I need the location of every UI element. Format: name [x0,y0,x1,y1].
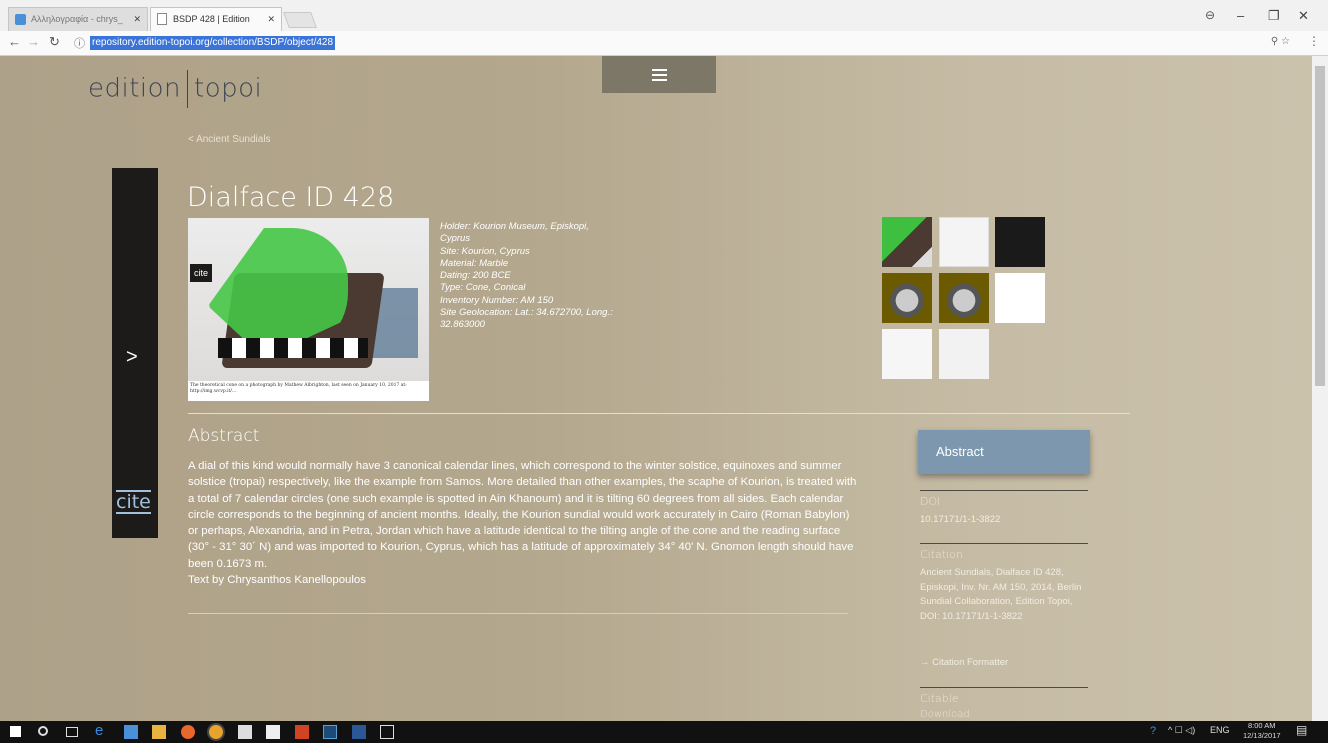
hamburger-icon [651,73,667,76]
citation-formatter-link[interactable]: → Citation Formatter [920,657,1008,668]
file-explorer-icon[interactable] [124,725,138,739]
abstract-heading: Abstract [188,426,260,446]
firefox-icon[interactable] [181,725,195,739]
thumbnail[interactable] [939,217,989,267]
notifications-icon[interactable]: ▤ [1296,723,1307,737]
thumbnail[interactable] [939,329,989,379]
thumbnail[interactable] [939,273,989,323]
page-scrollbar[interactable] [1312,56,1328,721]
image-caption: The theoretical cone on a photograph by … [188,381,429,401]
url-text[interactable]: repository.edition-topoi.org/collection/… [90,36,336,50]
abstract-body: A dial of this kind would normally have … [188,458,858,588]
site-logo[interactable]: edition topoi [88,70,262,108]
cite-logo[interactable]: cite [116,490,151,514]
windows-taskbar: e ? ^ ☐ ◁) ENG 8:00 AM 12/13/2017 ▤ [0,721,1328,743]
address-bar[interactable]: ⓘ repository.edition-topoi.org/collectio… [70,34,1310,53]
page-title: Dialface ID 428 [187,182,395,213]
profile-icon[interactable]: ⊖ [1205,8,1215,22]
meta-material: Material: Marble [440,257,509,269]
tray-icons[interactable]: ^ ☐ ◁) [1168,725,1195,736]
edge-icon[interactable]: e [95,722,109,739]
help-icon[interactable]: ? [1150,725,1156,737]
tab-mail[interactable]: Αλληλογραφία - chrys_ ✕ [8,7,148,31]
new-tab-button[interactable] [283,12,317,28]
doi-label: DOI [920,495,941,508]
task-view-icon[interactable] [66,727,78,737]
meta-holder: Holder: Kourion Museum, Episkopi, Cyprus [440,221,589,245]
meta-type: Type: Cone, Conical [440,282,526,294]
meta-dating: Dating: 200 BCE [440,270,511,282]
divider [920,543,1088,544]
divider [920,490,1088,491]
maximize-button[interactable]: ❐ [1268,8,1280,24]
thumbnail[interactable] [995,273,1045,323]
thumbnail[interactable] [882,329,932,379]
minimize-button[interactable]: – [1237,8,1244,23]
reload-icon[interactable]: ↻ [49,34,60,50]
zoom-star-icons[interactable]: ⚲ ☆ [1271,36,1290,47]
citation-value: Ancient Sundials, Dialface ID 428, Episk… [920,567,1082,622]
thumbnail[interactable] [882,217,932,267]
store-icon[interactable] [152,725,166,739]
scrollbar-thumb[interactable] [1315,66,1325,386]
tab-bsdp[interactable]: BSDP 428 | Edition Topoi ✕ [150,7,282,46]
browser-tab-strip: Αλληλογραφία - chrys_ ✕ BSDP 428 | Editi… [0,0,1328,46]
forward-icon[interactable]: → [27,34,40,49]
meta-inventory: Inventory Number: AM 150 [440,294,554,306]
info-icon[interactable]: ⓘ [74,35,85,51]
close-tab-icon[interactable]: ✕ [267,8,275,30]
scale-bar [218,338,368,358]
citation-label: Citation [920,548,963,561]
thumbnail[interactable] [995,217,1045,267]
citable-label: Citable [920,692,959,705]
left-sidebar: > cite [112,168,158,538]
abstract-button[interactable]: Abstract [918,430,1090,474]
powerpoint-icon[interactable] [295,725,309,739]
image-cite-badge[interactable]: cite [190,264,212,282]
browser-toolbar: ← → ↻ ⓘ repository.edition-topoi.org/col… [0,31,1328,56]
abstract-author: Text by Chrysanthos Kanellopoulos [188,574,366,587]
clock[interactable]: 8:00 AM 12/13/2017 [1243,721,1281,741]
language-indicator[interactable]: ENG [1210,725,1230,735]
mail-app-icon[interactable] [266,725,280,739]
back-icon[interactable]: ← [8,34,21,49]
meta-site: Site: Kourion, Cyprus [440,245,530,257]
hamburger-menu-button[interactable] [602,56,716,93]
clock-time: 8:00 AM [1248,721,1276,730]
object-metadata: Holder: Kourion Museum, Episkopi, Cyprus… [440,221,615,332]
search-icon[interactable] [38,726,48,736]
tab-label: Αλληλογραφία - chrys_ [31,14,123,24]
photos-icon[interactable] [380,725,394,739]
web-page: edition topoi < Ancient Sundials > cite D… [0,56,1312,721]
photoshop-icon[interactable] [323,725,337,739]
windows-start-icon[interactable] [10,726,21,737]
page-icon [157,13,167,25]
logo-edition: edition [88,73,182,104]
download-link[interactable]: Download [920,709,970,720]
mail-icon [15,14,26,25]
close-tab-icon[interactable]: ✕ [133,8,141,30]
close-window-button[interactable]: ✕ [1298,8,1309,24]
divider [920,687,1088,688]
abstract-text: A dial of this kind would normally have … [188,460,857,570]
main-object-image[interactable]: cite The theoretical cone on a photograp… [188,218,429,401]
browser-menu-icon[interactable]: ⋮ [1308,34,1320,48]
logo-topoi: topoi [194,73,263,104]
logo-divider [187,70,189,108]
expand-sidebar-icon[interactable]: > [126,346,138,369]
doi-value[interactable]: 10.17171/1-1-3822 [920,513,1085,528]
divider [188,413,1130,414]
calculator-icon[interactable] [238,725,252,739]
divider [188,613,848,614]
chrome-icon[interactable] [209,725,223,739]
meta-geolocation: Site Geolocation: Lat.: 34.672700, Long.… [440,307,613,331]
clock-date: 12/13/2017 [1243,731,1281,740]
thumbnail[interactable] [882,273,932,323]
breadcrumb[interactable]: < Ancient Sundials [188,134,271,145]
word-icon[interactable] [352,725,366,739]
